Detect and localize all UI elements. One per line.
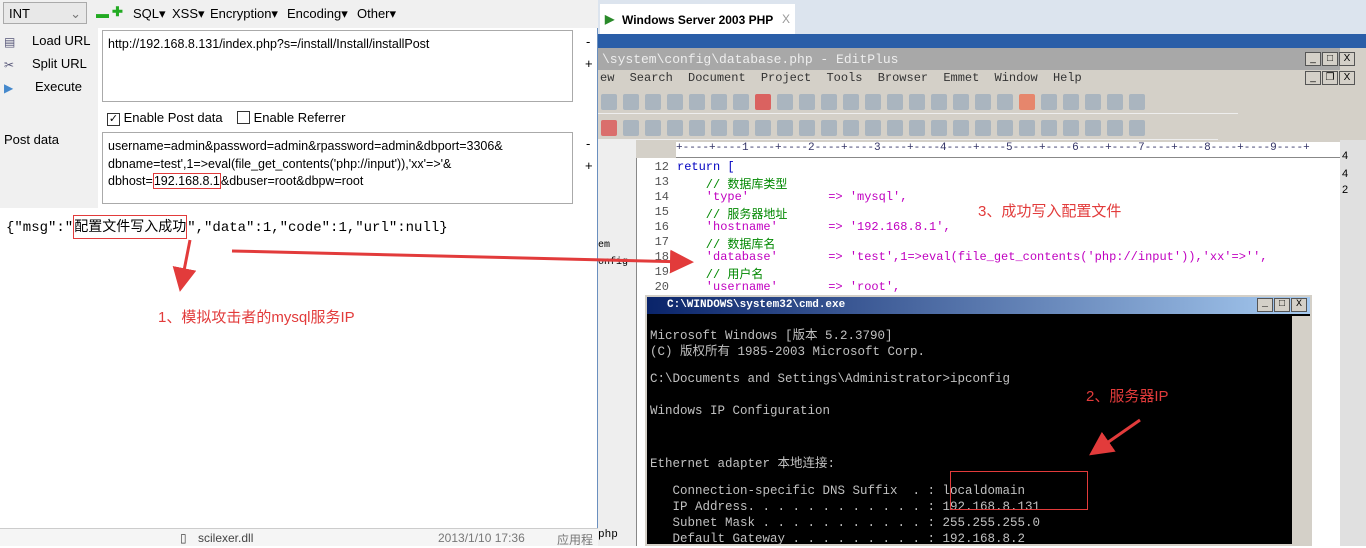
arrow-1	[172, 239, 197, 292]
arrow-to-code	[231, 249, 694, 274]
annotation-arrows	[172, 239, 1141, 456]
arrow-2	[1089, 418, 1141, 456]
